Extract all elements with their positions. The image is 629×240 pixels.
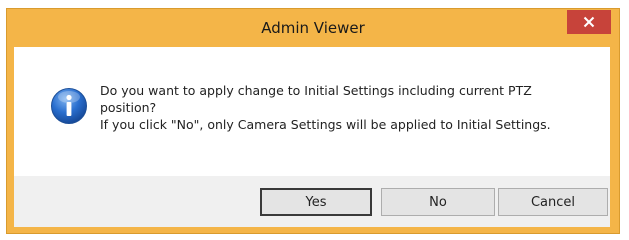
message-line-3: If you click "No", only Camera Settings … <box>100 117 551 132</box>
close-icon <box>583 16 595 28</box>
title-bar[interactable]: Admin Viewer <box>7 9 619 47</box>
message-area: Do you want to apply change to Initial S… <box>14 47 610 176</box>
info-icon <box>50 87 88 125</box>
window-title: Admin Viewer <box>261 19 365 37</box>
message-line-1: Do you want to apply change to Initial S… <box>100 83 532 98</box>
dialog-body: Do you want to apply change to Initial S… <box>14 47 610 227</box>
message-text: Do you want to apply change to Initial S… <box>100 82 600 133</box>
yes-button[interactable]: Yes <box>260 188 372 216</box>
no-button[interactable]: No <box>381 188 495 216</box>
close-button[interactable] <box>567 10 611 34</box>
button-bar: Yes No Cancel <box>14 176 610 227</box>
message-line-2: position? <box>100 100 157 115</box>
cancel-button[interactable]: Cancel <box>498 188 608 216</box>
dialog-window: Admin Viewer Do you want to apply change… <box>6 8 620 234</box>
